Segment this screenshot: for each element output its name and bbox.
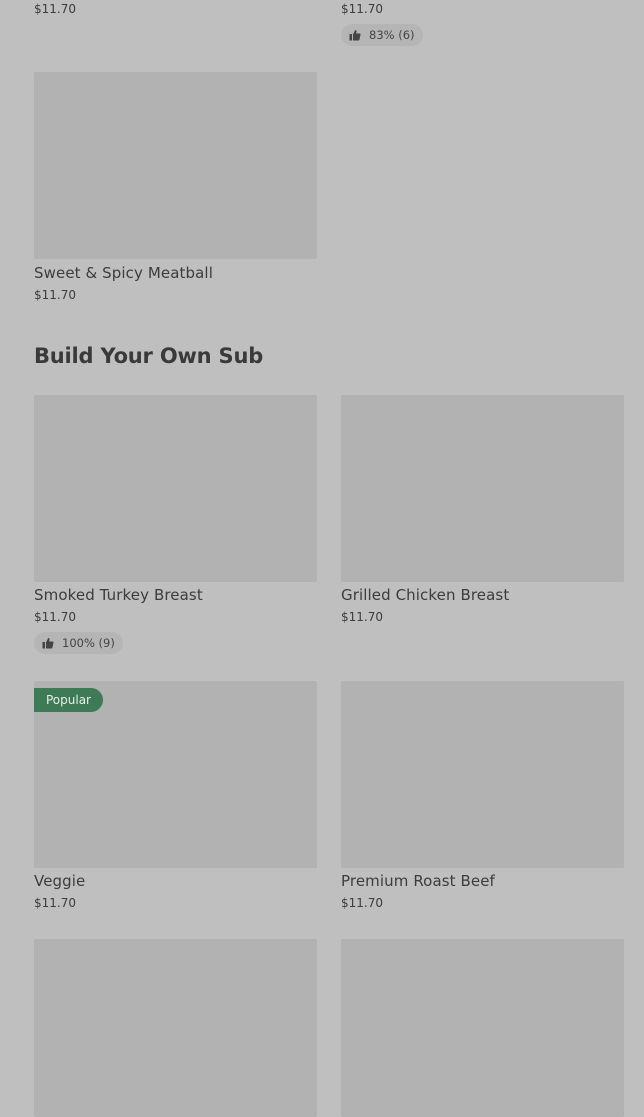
item-title: Sweet & Spicy Meatball	[34, 264, 213, 282]
item-title: Premium Roast Beef	[341, 872, 495, 890]
item-image: Popular	[34, 681, 317, 868]
menu-item-card[interactable]	[341, 939, 624, 1117]
item-price: $11.70	[34, 2, 76, 16]
item-title: Grilled Chicken Breast	[341, 586, 510, 604]
rating-text: 100% (9)	[62, 636, 115, 650]
item-image	[34, 395, 317, 582]
thumbs-up-icon	[349, 30, 361, 41]
item-price: $11.70	[34, 896, 76, 910]
item-title: Smoked Turkey Breast	[34, 586, 203, 604]
thumbs-up-icon	[42, 638, 54, 649]
menu-item-card[interactable]: Smoked Turkey Breast $11.70 100% (9)	[34, 395, 317, 654]
menu-item-card[interactable]: Sweet & Spicy Meatball $11.70	[34, 72, 317, 302]
rating-pill: 100% (9)	[34, 632, 123, 654]
item-title: Veggie	[34, 872, 86, 890]
item-image	[34, 72, 317, 259]
item-price: $11.70	[34, 610, 76, 624]
item-price: $11.70	[341, 610, 383, 624]
item-image	[34, 939, 317, 1117]
menu-item-card[interactable]	[34, 939, 317, 1117]
menu-item-card[interactable]: Premium Roast Beef $11.70	[341, 681, 624, 910]
popular-badge: Popular	[34, 688, 103, 712]
item-price: $11.70	[341, 2, 383, 16]
item-price: $11.70	[341, 896, 383, 910]
item-image	[341, 939, 624, 1117]
item-image	[341, 395, 624, 582]
item-price: $11.70	[34, 288, 76, 302]
menu-item-card[interactable]: Grilled Chicken Breast $11.70	[341, 395, 624, 624]
section-title: Build Your Own Sub	[34, 344, 264, 368]
rating-pill: 83% (6)	[341, 24, 423, 46]
item-image	[341, 681, 624, 868]
menu-item-card[interactable]: Popular Veggie $11.70	[34, 681, 317, 910]
rating-text: 83% (6)	[369, 28, 415, 42]
